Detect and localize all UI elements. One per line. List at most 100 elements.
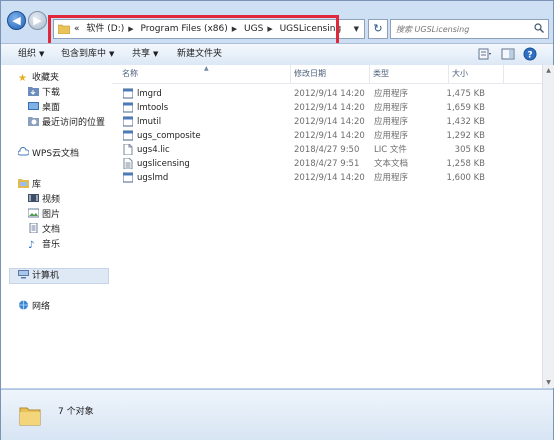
- sidebar-item-desktop[interactable]: 桌面: [28, 101, 60, 115]
- table-row[interactable]: ugs_composite 2012/9/14 14:20 应用程序 1,292…: [112, 129, 492, 143]
- explorer-window: ◀ ▶ « 软件 (D:) ▶ Program Files (x86) ▶ UGS ▶…: [0, 0, 554, 440]
- search-input[interactable]: [396, 22, 526, 36]
- table-row[interactable]: ugslicensing 2018/4/27 9:51 文本文档 1,258 K…: [112, 157, 492, 171]
- file-type: 应用程序: [374, 103, 409, 113]
- file-size: 1,475 KB: [446, 89, 485, 99]
- file-modified: 2012/9/14 14:20: [294, 173, 365, 183]
- table-row[interactable]: lmtools 2012/9/14 14:20 应用程序 1,659 KB: [112, 101, 492, 115]
- help-icon[interactable]: ?: [523, 47, 537, 61]
- refresh-icon: ↻: [373, 22, 383, 35]
- file-modified: 2018/4/27 9:50: [294, 145, 360, 155]
- include-in-library-button[interactable]: 包含到库中 ▼: [61, 44, 114, 65]
- application-icon: [123, 88, 133, 99]
- file-name: ugs4.lic: [137, 145, 170, 155]
- column-header-type[interactable]: 类型: [370, 65, 449, 83]
- file-type: 应用程序: [374, 173, 409, 183]
- file-list: 名称 修改日期 类型 大小 ▲ lmgrd 2012/9/14 14:20 应用…: [112, 65, 553, 388]
- file-type: 应用程序: [374, 117, 409, 127]
- sidebar-item-documents[interactable]: 文档: [28, 223, 60, 237]
- sidebar-item-pictures[interactable]: 图片: [28, 208, 60, 222]
- file-modified: 2012/9/14 14:20: [294, 103, 365, 113]
- file-name: ugs_composite: [137, 131, 201, 141]
- sidebar-item-computer[interactable]: 计算机: [18, 269, 59, 283]
- view-options-icon[interactable]: [478, 47, 492, 61]
- file-size: 1,600 KB: [446, 173, 485, 183]
- network-icon: [19, 300, 28, 310]
- details-pane: 7 个对象: [1, 389, 553, 440]
- cloud-icon: [18, 147, 29, 156]
- library-icon: [18, 179, 29, 188]
- text-document-icon: [123, 158, 133, 169]
- picture-icon: [28, 208, 39, 218]
- scroll-down-icon[interactable]: ▼: [543, 377, 554, 388]
- desktop-icon: [28, 102, 39, 110]
- video-icon: [28, 194, 39, 202]
- file-size: 1,659 KB: [446, 103, 485, 113]
- column-header-row: 名称 修改日期 类型 大小 ▲: [112, 65, 553, 84]
- file-type: 文本文档: [374, 159, 409, 169]
- music-note-icon: ♪: [28, 240, 35, 251]
- dropdown-arrow-icon: ▼: [153, 50, 159, 58]
- file-modified: 2012/9/14 14:20: [294, 89, 365, 99]
- search-box[interactable]: [390, 19, 549, 39]
- search-icon[interactable]: [534, 23, 544, 33]
- refresh-button[interactable]: ↻: [368, 19, 388, 39]
- new-folder-button[interactable]: 新建文件夹: [177, 44, 222, 65]
- command-bar: 组织 ▼ 包含到库中 ▼ 共享 ▼ 新建文件夹 ?: [1, 43, 553, 66]
- sidebar-item-downloads[interactable]: 下载: [28, 86, 60, 100]
- file-name: ugslmd: [137, 173, 169, 183]
- file-name: ugslicensing: [137, 159, 190, 169]
- file-type: LIC 文件: [374, 145, 407, 155]
- folder-icon: [19, 407, 41, 426]
- scroll-up-icon[interactable]: ▲: [543, 65, 554, 76]
- navigation-bar: ◀ ▶ « 软件 (D:) ▶ Program Files (x86) ▶ UGS ▶…: [1, 1, 553, 47]
- sidebar-item-music[interactable]: ♪ 音乐: [28, 238, 60, 252]
- organize-button[interactable]: 组织 ▼: [18, 44, 44, 65]
- computer-icon: [18, 270, 29, 279]
- application-icon: [123, 172, 133, 183]
- sidebar-item-videos[interactable]: 视频: [28, 193, 60, 207]
- download-folder-icon: [28, 87, 39, 96]
- table-row[interactable]: ugslmd 2012/9/14 14:20 应用程序 1,600 KB: [112, 171, 492, 185]
- table-row[interactable]: lmgrd 2012/9/14 14:20 应用程序 1,475 KB: [112, 87, 492, 101]
- column-header-modified[interactable]: 修改日期: [291, 65, 370, 83]
- table-row[interactable]: ugs4.lic 2018/4/27 9:50 LIC 文件 305 KB: [112, 143, 492, 157]
- file-name: lmgrd: [137, 89, 162, 99]
- application-icon: [123, 116, 133, 127]
- sidebar-item-wps-cloud[interactable]: WPS云文档: [18, 147, 79, 161]
- file-name: lmtools: [137, 103, 169, 113]
- forward-button[interactable]: ▶: [28, 11, 47, 30]
- file-name: lmutil: [137, 117, 162, 127]
- file-modified: 2012/9/14 14:20: [294, 117, 365, 127]
- sort-ascending-icon: ▲: [204, 65, 209, 72]
- dropdown-arrow-icon: ▼: [109, 50, 115, 58]
- file-size: 305 KB: [454, 145, 485, 155]
- sidebar-item-libraries[interactable]: 库: [18, 178, 41, 192]
- preview-pane-icon[interactable]: [501, 47, 515, 61]
- file-type: 应用程序: [374, 131, 409, 141]
- column-header-size[interactable]: 大小: [449, 65, 504, 83]
- file-size: 1,432 KB: [446, 117, 485, 127]
- navigation-pane: ★ 收藏夹 下载 桌面 最近访问的位置 WPS云文档 库 视频 图片 文档 ♪ 音乐: [1, 65, 113, 388]
- document-icon: [29, 223, 38, 233]
- sidebar-item-favorites[interactable]: ★ 收藏夹: [18, 71, 59, 85]
- file-icon: [123, 144, 133, 155]
- file-size: 1,258 KB: [446, 159, 485, 169]
- file-type: 应用程序: [374, 89, 409, 99]
- table-row[interactable]: lmutil 2012/9/14 14:20 应用程序 1,432 KB: [112, 115, 492, 129]
- recent-places-icon: [28, 117, 39, 126]
- dropdown-arrow-icon: ▼: [39, 50, 45, 58]
- sidebar-item-network[interactable]: 网络: [18, 300, 50, 314]
- file-modified: 2018/4/27 9:51: [294, 159, 360, 169]
- forward-arrow-icon: ▶: [33, 14, 42, 27]
- svg-text:?: ?: [527, 51, 532, 61]
- back-arrow-icon: ◀: [12, 14, 21, 27]
- star-icon: ★: [18, 73, 27, 84]
- file-size: 1,292 KB: [446, 131, 485, 141]
- address-dropdown-icon[interactable]: ▼: [354, 20, 359, 38]
- vertical-scrollbar[interactable]: ▲ ▼: [542, 65, 554, 388]
- item-count: 7 个对象: [58, 407, 94, 417]
- share-button[interactable]: 共享 ▼: [132, 44, 158, 65]
- sidebar-item-recent-places[interactable]: 最近访问的位置: [28, 116, 105, 130]
- back-button[interactable]: ◀: [7, 11, 26, 30]
